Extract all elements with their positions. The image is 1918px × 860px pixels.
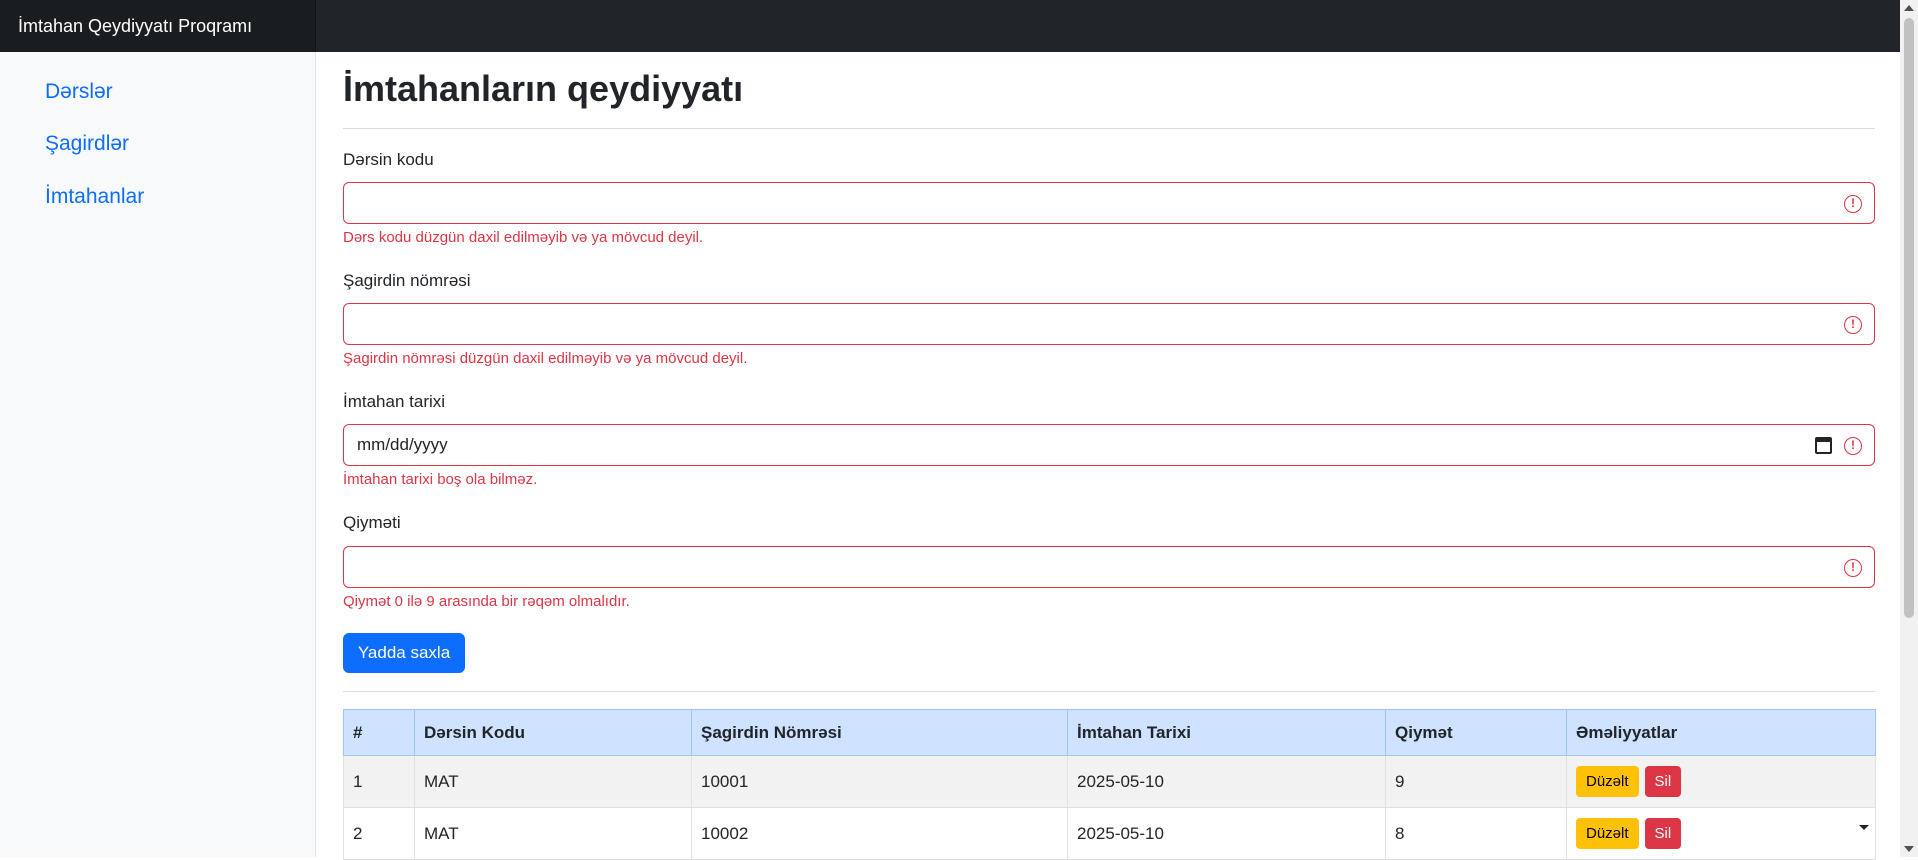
lesson-code-error: Dərs kodu düzgün daxil edilməyib və ya m… <box>343 229 704 246</box>
page-title: İmtahanların qeydiyyatı <box>343 68 744 109</box>
scroll-down-arrow-icon[interactable] <box>1904 846 1914 852</box>
cell-actions: Düzəlt Sil <box>1566 807 1876 860</box>
lesson-code-input[interactable]: ! <box>343 182 1875 224</box>
sidebar-item-exams[interactable]: İmtahanlar <box>45 185 144 209</box>
grade-label: Qiyməti <box>343 513 401 532</box>
sidebar: Dərslər Şagirdlər İmtahanlar <box>0 52 316 857</box>
lesson-code-label: Dərsin kodu <box>343 150 434 169</box>
cell-exam-date: 2025-05-10 <box>1067 755 1386 808</box>
table-header-row: # Dərsin Kodu Şagirdin Nömrəsi İmtahan T… <box>343 709 1876 756</box>
exclamation-circle-icon: ! <box>1844 559 1862 577</box>
cell-exam-date: 2025-05-10 <box>1067 807 1386 860</box>
edit-button[interactable]: Düzəlt <box>1576 766 1639 797</box>
sidebar-item-students[interactable]: Şagirdlər <box>45 132 129 156</box>
column-header-index: # <box>343 709 415 756</box>
exams-table-container: # Dərsin Kodu Şagirdin Nömrəsi İmtahan T… <box>343 709 1876 860</box>
app-brand[interactable]: İmtahan Qeydiyyatı Proqramı <box>0 0 316 52</box>
exclamation-circle-icon: ! <box>1844 316 1862 334</box>
exam-date-placeholder: mm/dd/yyyy <box>357 435 448 454</box>
cell-index: 1 <box>343 755 415 808</box>
cell-grade: 9 <box>1385 755 1567 808</box>
exam-date-error: İmtahan tarixi boş ola bilməz. <box>343 471 538 488</box>
column-header-exam-date: İmtahan Tarixi <box>1067 709 1386 756</box>
exams-table: # Dərsin Kodu Şagirdin Nömrəsi İmtahan T… <box>343 709 1876 860</box>
scroll-up-arrow-icon[interactable] <box>1904 5 1914 11</box>
exam-date-label: İmtahan tarixi <box>343 392 446 411</box>
exclamation-circle-icon: ! <box>1844 195 1862 213</box>
save-button[interactable]: Yadda saxla <box>343 633 465 673</box>
exam-date-input[interactable]: mm/dd/yyyy ! <box>343 424 1875 466</box>
column-header-lesson-code: Dərsin Kodu <box>414 709 692 756</box>
cell-student-number: 10001 <box>691 755 1068 808</box>
column-header-student-number: Şagirdin Nömrəsi <box>691 709 1068 756</box>
student-number-label: Şagirdin nömrəsi <box>343 271 471 290</box>
cell-grade: 8 <box>1385 807 1567 860</box>
sidebar-item-lessons[interactable]: Dərslər <box>45 80 113 104</box>
student-number-error: Şagirdin nömrəsi düzgün daxil edilməyib … <box>343 350 748 367</box>
title-divider <box>343 128 1875 129</box>
delete-button[interactable]: Sil <box>1644 766 1682 797</box>
cell-lesson-code: MAT <box>414 755 692 808</box>
grade-error: Qiymət 0 ilə 9 arasında bir rəqəm olmalı… <box>343 593 630 610</box>
edit-button[interactable]: Düzəlt <box>1576 818 1639 849</box>
student-number-input[interactable]: ! <box>343 303 1875 345</box>
cell-lesson-code: MAT <box>414 807 692 860</box>
cell-index: 2 <box>343 807 415 860</box>
delete-button[interactable]: Sil <box>1644 818 1682 849</box>
calendar-icon[interactable] <box>1815 437 1832 454</box>
form-divider <box>343 691 1875 692</box>
column-header-actions: Əməliyyatlar <box>1566 709 1876 756</box>
cell-student-number: 10002 <box>691 807 1068 860</box>
top-navbar: İmtahan Qeydiyyatı Proqramı <box>0 0 1900 52</box>
table-row: 2 MAT 10002 2025-05-10 8 Düzəlt Sil <box>343 807 1876 860</box>
caret-down-icon[interactable] <box>1859 825 1869 830</box>
vertical-scrollbar[interactable] <box>1900 0 1918 857</box>
column-header-grade: Qiymət <box>1385 709 1567 756</box>
grade-input[interactable]: ! <box>343 546 1875 588</box>
cell-actions: Düzəlt Sil <box>1566 755 1876 808</box>
exclamation-circle-icon: ! <box>1844 437 1862 455</box>
table-row: 1 MAT 10001 2025-05-10 9 Düzəlt Sil <box>343 755 1876 808</box>
scrollbar-thumb[interactable] <box>1904 18 1914 618</box>
